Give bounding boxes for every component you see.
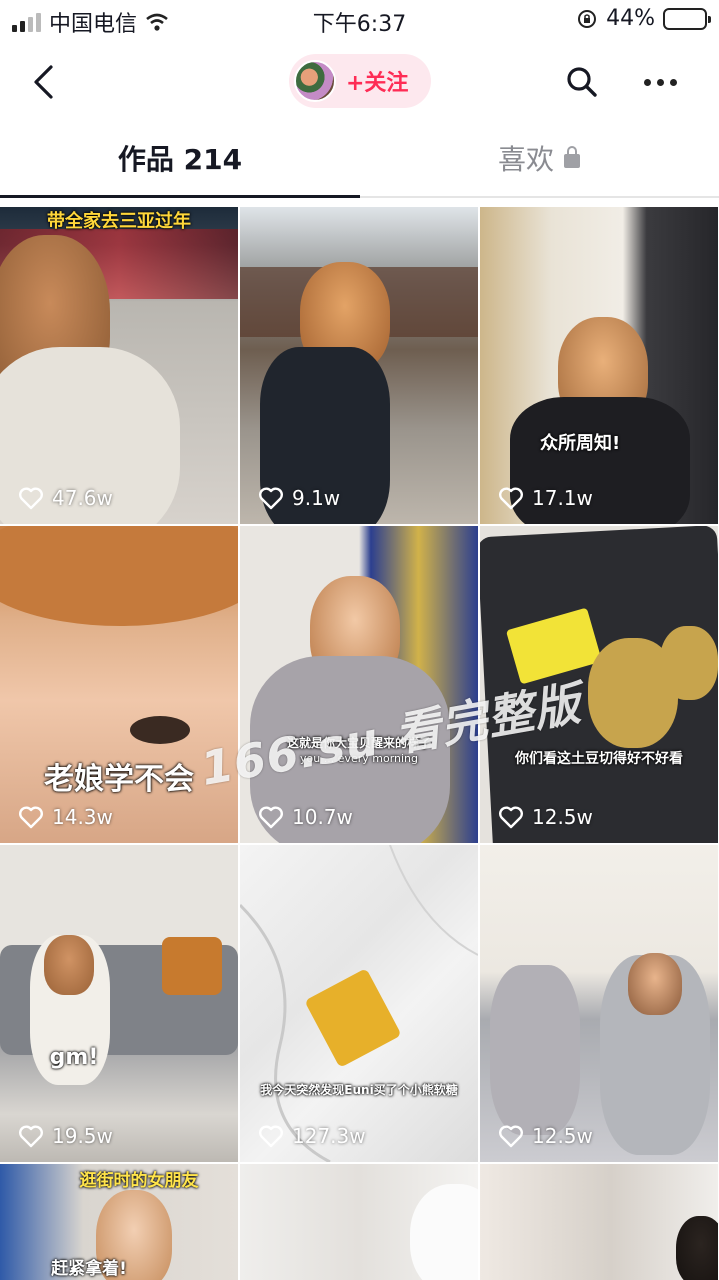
background-scene bbox=[410, 1184, 478, 1280]
video-tile[interactable]: 我今天突然发现Euni买了个小熊软糖 127.3w bbox=[240, 845, 478, 1162]
heart-icon bbox=[19, 487, 43, 510]
video-tile[interactable]: 这就是你大宝贝醒来的样子 you ... every morning 10.7w bbox=[240, 526, 478, 843]
like-count-label: 12.5w bbox=[532, 805, 593, 829]
video-caption: 逛街时的女朋友 bbox=[79, 1171, 199, 1191]
video-tile[interactable]: 带全家去三亚过年 47.6w bbox=[0, 207, 238, 524]
heart-icon bbox=[499, 1125, 523, 1148]
like-count: 9.1w bbox=[258, 486, 340, 510]
like-count-label: 47.6w bbox=[52, 486, 113, 510]
video-tile[interactable]: gm! 19.5w bbox=[0, 845, 238, 1162]
like-count-label: 9.1w bbox=[292, 486, 341, 510]
video-caption: 我今天突然发现Euni买了个小熊软糖 bbox=[260, 1083, 458, 1097]
back-arrow-icon bbox=[34, 65, 53, 99]
like-count: 12.5w bbox=[498, 805, 593, 829]
person-figure bbox=[0, 526, 238, 626]
potato-slice bbox=[660, 626, 718, 700]
like-count: 47.6w bbox=[18, 486, 113, 510]
like-count-label: 17.1w bbox=[532, 486, 593, 510]
video-tile[interactable]: 12.5w bbox=[480, 845, 718, 1162]
heart-icon bbox=[259, 1125, 283, 1148]
like-count-label: 10.7w bbox=[292, 805, 353, 829]
like-count: 14.3w bbox=[18, 805, 113, 829]
video-tile[interactable]: 逛街时的女朋友 赶紧拿着! bbox=[0, 1164, 238, 1280]
video-tile[interactable]: 老娘学不会 14.3w bbox=[0, 526, 238, 843]
like-count: 12.5w bbox=[498, 1124, 593, 1148]
heart-icon bbox=[259, 487, 283, 510]
more-icon bbox=[643, 78, 651, 86]
video-tile[interactable] bbox=[240, 1164, 478, 1280]
video-caption: 带全家去三亚过年 bbox=[47, 211, 191, 232]
status-right: 44% bbox=[576, 6, 711, 31]
heart-icon bbox=[499, 487, 523, 510]
like-count-label: 19.5w bbox=[52, 1124, 113, 1148]
video-tile[interactable]: 众所周知! 17.1w bbox=[480, 207, 718, 524]
status-bar: 中国电信 下午6:37 44% bbox=[0, 0, 719, 40]
tab-likes[interactable]: 喜欢 bbox=[359, 138, 719, 178]
tab-likes-label: 喜欢 bbox=[497, 143, 554, 176]
battery-percent: 44% bbox=[606, 6, 655, 31]
video-caption: 众所周知! bbox=[540, 433, 621, 454]
person-figure bbox=[490, 965, 580, 1135]
video-caption: gm! bbox=[49, 1045, 99, 1070]
video-caption: 你们看这土豆切得好不好看 bbox=[515, 751, 683, 767]
heart-icon bbox=[259, 806, 283, 829]
video-tile[interactable]: 9.1w bbox=[240, 207, 478, 524]
person-figure bbox=[676, 1216, 718, 1280]
person-figure bbox=[628, 953, 682, 1015]
heart-icon bbox=[19, 1125, 43, 1148]
cushion bbox=[162, 937, 222, 995]
video-subcaption: 赶紧拿着! bbox=[51, 1259, 127, 1279]
follow-button[interactable]: +关注 bbox=[289, 54, 431, 108]
like-count-label: 12.5w bbox=[532, 1124, 593, 1148]
search-button[interactable] bbox=[560, 60, 604, 104]
tab-works[interactable]: 作品 214 bbox=[0, 138, 360, 178]
back-button[interactable] bbox=[20, 58, 68, 106]
tab-divider bbox=[360, 196, 719, 198]
search-icon bbox=[567, 67, 597, 97]
like-count: 17.1w bbox=[498, 486, 593, 510]
more-button[interactable] bbox=[636, 60, 684, 104]
like-count: 127.3w bbox=[258, 1124, 366, 1148]
tab-indicator bbox=[0, 195, 360, 198]
follow-label: +关注 bbox=[346, 71, 409, 96]
orientation-lock-icon bbox=[578, 9, 597, 28]
person-figure bbox=[130, 716, 190, 744]
like-count: 19.5w bbox=[18, 1124, 113, 1148]
battery-icon bbox=[663, 7, 711, 30]
heart-icon bbox=[499, 806, 523, 829]
like-count: 10.7w bbox=[258, 805, 353, 829]
lock-icon bbox=[564, 146, 580, 168]
person-figure bbox=[44, 935, 94, 995]
heart-icon bbox=[19, 806, 43, 829]
profile-tabs: 作品 214 喜欢 bbox=[0, 120, 719, 204]
video-tile[interactable] bbox=[480, 1164, 718, 1280]
like-count-label: 127.3w bbox=[292, 1124, 366, 1148]
avatar[interactable] bbox=[294, 60, 336, 102]
profile-header: +关注 bbox=[0, 44, 719, 120]
like-count-label: 14.3w bbox=[52, 805, 113, 829]
